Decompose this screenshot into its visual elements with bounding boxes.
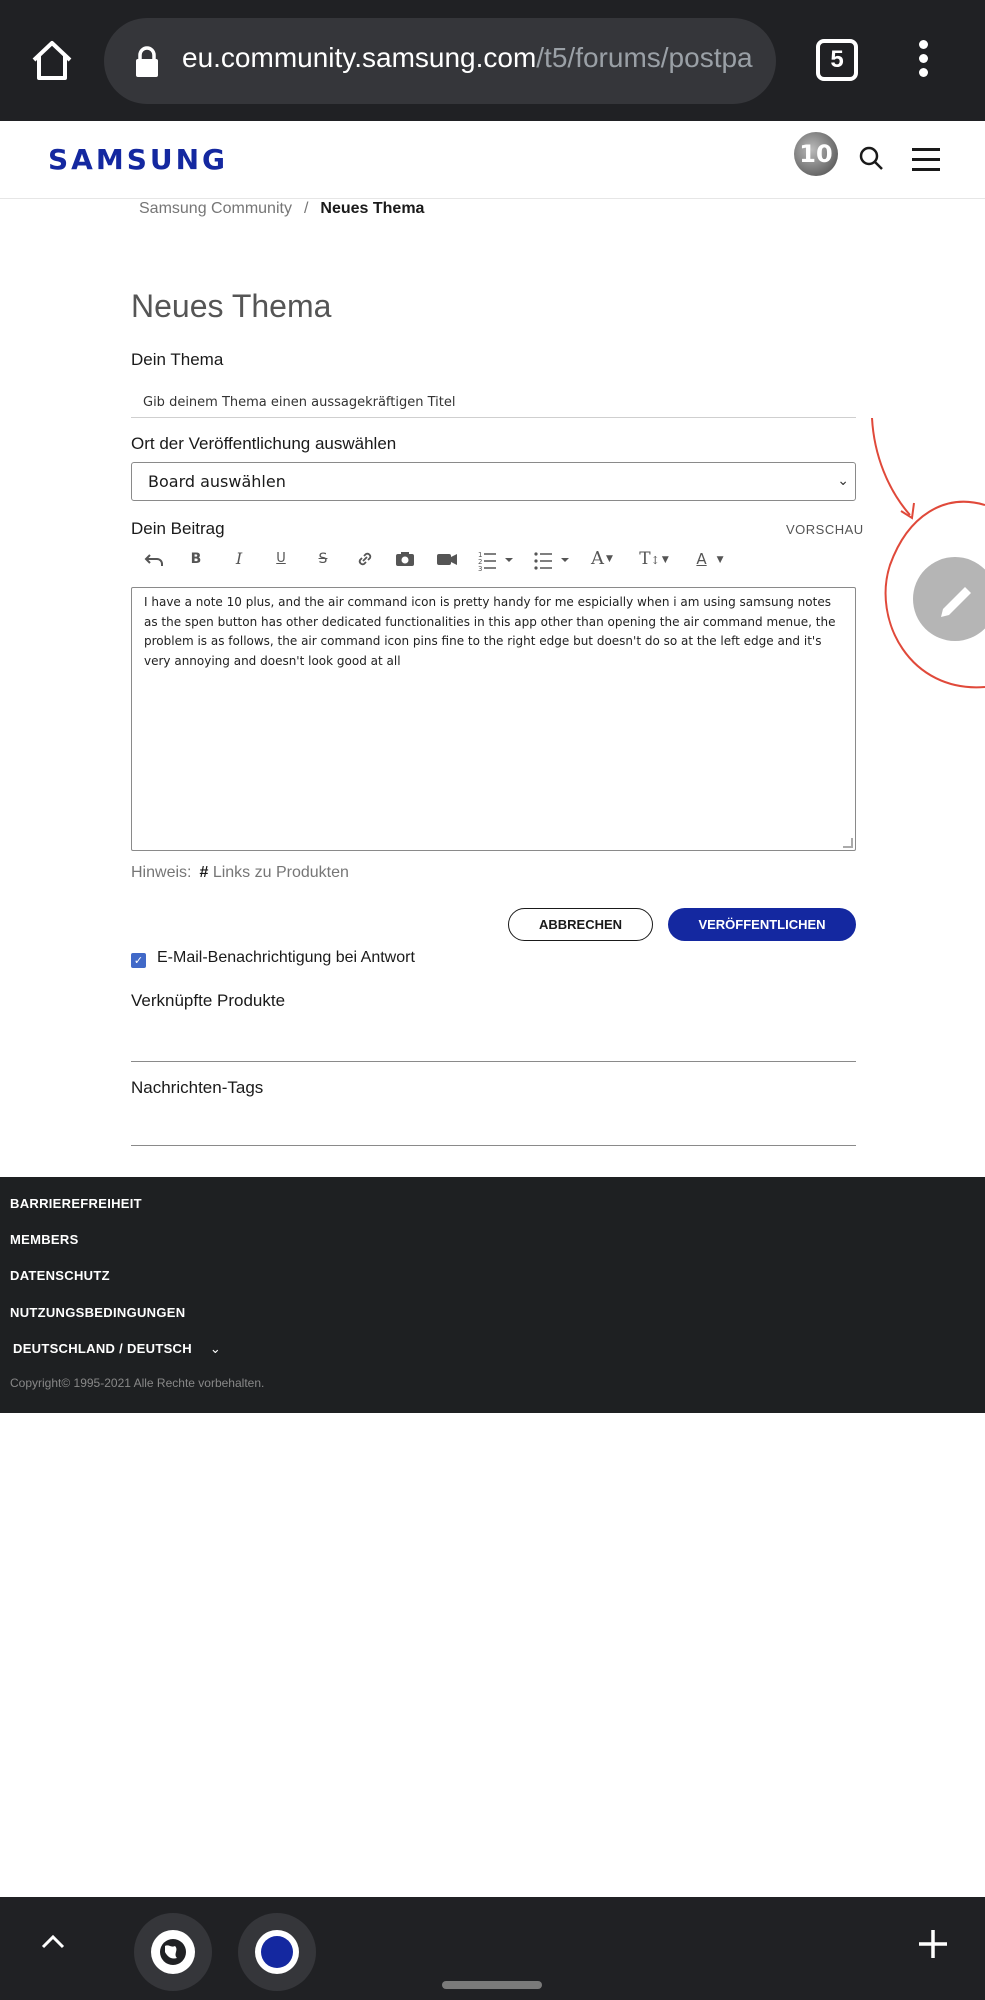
region-selector[interactable]: DEUTSCHLAND / DEUTSCH ⌄ (13, 1341, 221, 1357)
home-icon[interactable] (28, 36, 76, 84)
bullet-list-icon[interactable] (532, 544, 572, 574)
topic-label: Dein Thema (131, 350, 224, 369)
tags-field[interactable] (131, 1145, 856, 1146)
location-label: Ort der Veröffentlichung auswählen (131, 434, 397, 453)
post-label: Dein Beitrag (131, 519, 225, 538)
breadcrumb-home[interactable]: Samsung Community (139, 200, 292, 217)
topic-input[interactable] (131, 388, 856, 418)
page-title: Neues Thema (131, 288, 332, 324)
avatar[interactable]: 10 (794, 132, 838, 176)
linked-products-field[interactable] (131, 1061, 856, 1062)
url-path: /t5/forums/postpa (536, 42, 753, 73)
samsung-logo[interactable]: SAMSUNG (48, 143, 228, 176)
hashtag-icon: # (199, 864, 209, 881)
annotation-circle-arrow (871, 417, 985, 689)
site-header: SAMSUNG 10 (0, 121, 985, 199)
post-body-text: I have a note 10 plus, and the air comma… (144, 595, 836, 668)
post-body-editor[interactable]: I have a note 10 plus, and the air comma… (131, 587, 856, 851)
editor-toolbar: B I U S 123 A ▼ T↕ ▼ A ▼ (140, 544, 760, 574)
globe-icon (151, 1930, 195, 1974)
site-footer: BARRIEREFREIHEIT MEMBERS DATENSCHUTZ NUT… (0, 1177, 985, 1413)
hamburger-menu-icon[interactable] (912, 148, 940, 171)
copyright: Copyright© 1995-2021 Alle Rechte vorbeha… (10, 1376, 265, 1390)
preview-link[interactable]: VORSCHAU (786, 522, 864, 537)
new-tab-icon[interactable] (916, 1927, 950, 1961)
font-family-label: A (591, 548, 605, 569)
hint-label: Hinweis: (131, 864, 192, 881)
board-select[interactable]: Board auswählen ⌄ (131, 462, 856, 501)
overflow-menu-icon[interactable] (910, 36, 936, 86)
resize-handle-icon[interactable] (843, 838, 853, 848)
cancel-button[interactable]: ABBRECHEN (508, 908, 653, 941)
undo-icon[interactable] (144, 544, 166, 574)
breadcrumb-current: Neues Thema (320, 200, 425, 217)
breadcrumb-separator: / (303, 200, 309, 217)
region-label: DEUTSCHLAND / DEUTSCH (13, 1341, 192, 1356)
numbered-list-icon[interactable]: 123 (476, 544, 516, 574)
tab-thumbnail-globe[interactable] (134, 1913, 212, 1991)
tab-switcher-button[interactable]: 5 (816, 39, 858, 81)
address-bar[interactable]: eu.community.samsung.com/t5/forums/postp… (104, 18, 776, 104)
browser-toolbar: eu.community.samsung.com/t5/forums/postp… (0, 0, 985, 121)
bottom-toolbar (0, 1897, 985, 2000)
bold-button[interactable]: B (185, 544, 207, 574)
search-icon[interactable] (858, 145, 884, 171)
gesture-handle[interactable] (442, 1981, 542, 1989)
product-links-link[interactable]: Links zu Produkten (213, 864, 349, 881)
italic-button[interactable]: I (228, 544, 250, 574)
url-host: eu.community.samsung.com (182, 42, 537, 73)
font-size-button[interactable]: T↕ ▼ (636, 544, 672, 574)
link-icon[interactable] (354, 544, 376, 574)
breadcrumb: Samsung Community / Neues Thema (139, 200, 424, 218)
url-text: eu.community.samsung.com/t5/forums/postp… (182, 42, 753, 74)
camera-icon[interactable] (393, 544, 417, 574)
hint: Hinweis: # Links zu Produkten (131, 864, 349, 882)
samsung-tab-icon (255, 1930, 299, 1974)
linked-products-label: Verknüpfte Produkte (131, 991, 286, 1010)
chevron-down-icon: ⌄ (837, 473, 849, 489)
email-notify-label: E-Mail-Benachrichtigung bei Antwort (157, 949, 415, 966)
strikethrough-button[interactable]: S (312, 544, 334, 574)
lock-icon (136, 46, 158, 77)
footer-link-accessibility[interactable]: BARRIEREFREIHEIT (10, 1196, 142, 1211)
svg-text:3: 3 (478, 565, 482, 573)
video-icon[interactable] (435, 544, 459, 574)
footer-link-terms[interactable]: NUTZUNGSBEDINGUNGEN (10, 1305, 185, 1320)
publish-button[interactable]: VERÖFFENTLICHEN (668, 908, 856, 941)
email-notify-checkbox[interactable]: ✓ (131, 953, 146, 968)
footer-link-members[interactable]: MEMBERS (10, 1232, 79, 1247)
tags-label: Nachrichten-Tags (131, 1078, 264, 1097)
font-family-button[interactable]: A ▼ (584, 544, 620, 574)
chevron-down-icon: ⌄ (209, 1341, 222, 1356)
tab-thumbnail-samsung[interactable] (238, 1913, 316, 1991)
chevron-up-icon[interactable] (38, 1927, 68, 1957)
text-color-label: A (696, 550, 707, 568)
font-size-label: T (639, 549, 651, 569)
board-select-value: Board auswählen (148, 472, 286, 491)
underline-button[interactable]: U (270, 544, 292, 574)
footer-link-privacy[interactable]: DATENSCHUTZ (10, 1268, 110, 1283)
text-color-button[interactable]: A ▼ (688, 544, 732, 574)
